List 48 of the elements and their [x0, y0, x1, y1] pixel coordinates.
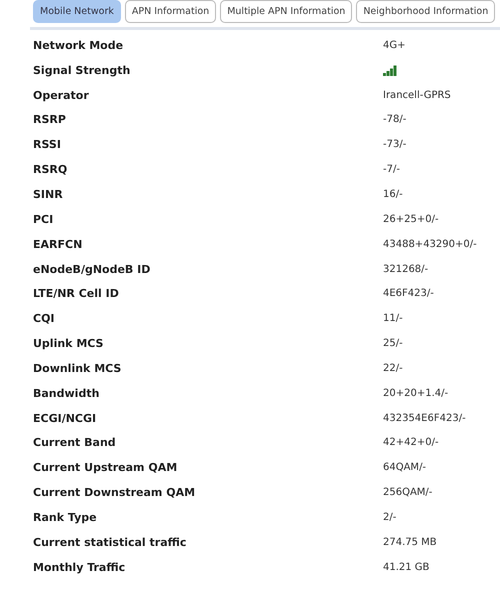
row-label: Network Mode [32, 38, 124, 52]
row-value: -78/- [383, 114, 406, 126]
row-label: Uplink MCS [32, 337, 104, 350]
row-value: 25/- [383, 338, 403, 350]
tab[interactable]: Mobile Network [33, 0, 121, 23]
signal-bars-icon [383, 64, 397, 76]
row-label: EARFCN [32, 238, 84, 251]
row-value: 4E6F423/- [383, 288, 434, 300]
row-value: 321268/- [383, 264, 428, 275]
row-value: 2/- [383, 512, 396, 523]
tab[interactable]: Neighborhood Information [356, 0, 496, 23]
tab[interactable]: APN Information [124, 0, 216, 23]
row-value: 26+25+0/- [383, 214, 439, 225]
row-label: Downlink MCS [32, 362, 122, 375]
row-label: Current statistical traffic [32, 536, 188, 549]
row-value: 11/- [383, 313, 403, 324]
row-value: 22/- [383, 362, 403, 374]
row-label: Signal Strength [32, 64, 132, 77]
row-value: -7/- [383, 164, 400, 176]
row-label: Current Band [32, 436, 117, 450]
row-value: 20+20+1.4/- [383, 388, 448, 399]
row-label: ECGI/NCGI [32, 412, 98, 425]
row-label: CQI [32, 312, 56, 326]
tab[interactable]: Multiple APN Information [220, 0, 352, 23]
row-value: 43488+43290+0/- [383, 238, 477, 250]
row-label: Bandwidth [32, 386, 100, 400]
row-label: eNodeB/gNodeB ID [32, 262, 152, 276]
row-label: Rank Type [32, 510, 98, 524]
row-label: SINR [32, 188, 64, 201]
row-value: 16/- [383, 188, 403, 200]
row-value: -73/- [383, 139, 406, 150]
row-value: 274.75 MB [383, 536, 437, 548]
row-value: 42+42+0/- [383, 437, 439, 448]
row-value: 256QAM/- [383, 487, 432, 498]
row-label: Current Upstream QAM [32, 461, 178, 474]
row-value: Irancell-GPRS [383, 90, 451, 101]
row-label: RSRP [32, 113, 67, 126]
row-value: 4G+ [383, 40, 406, 51]
row-label: RSSI [32, 138, 62, 152]
row-label: Current Downstream QAM [32, 486, 196, 500]
row-label: Monthly Traffic [32, 560, 126, 574]
row-label: Operator [32, 88, 90, 102]
row-label: LTE/NR Cell ID [32, 287, 120, 300]
row-value: 64QAM/- [383, 462, 426, 474]
row-label: PCI [32, 212, 54, 226]
row-value: 41.21 GB [383, 562, 430, 573]
row-label: RSRQ [32, 163, 68, 176]
row-value: 432354E6F423/- [383, 412, 466, 424]
